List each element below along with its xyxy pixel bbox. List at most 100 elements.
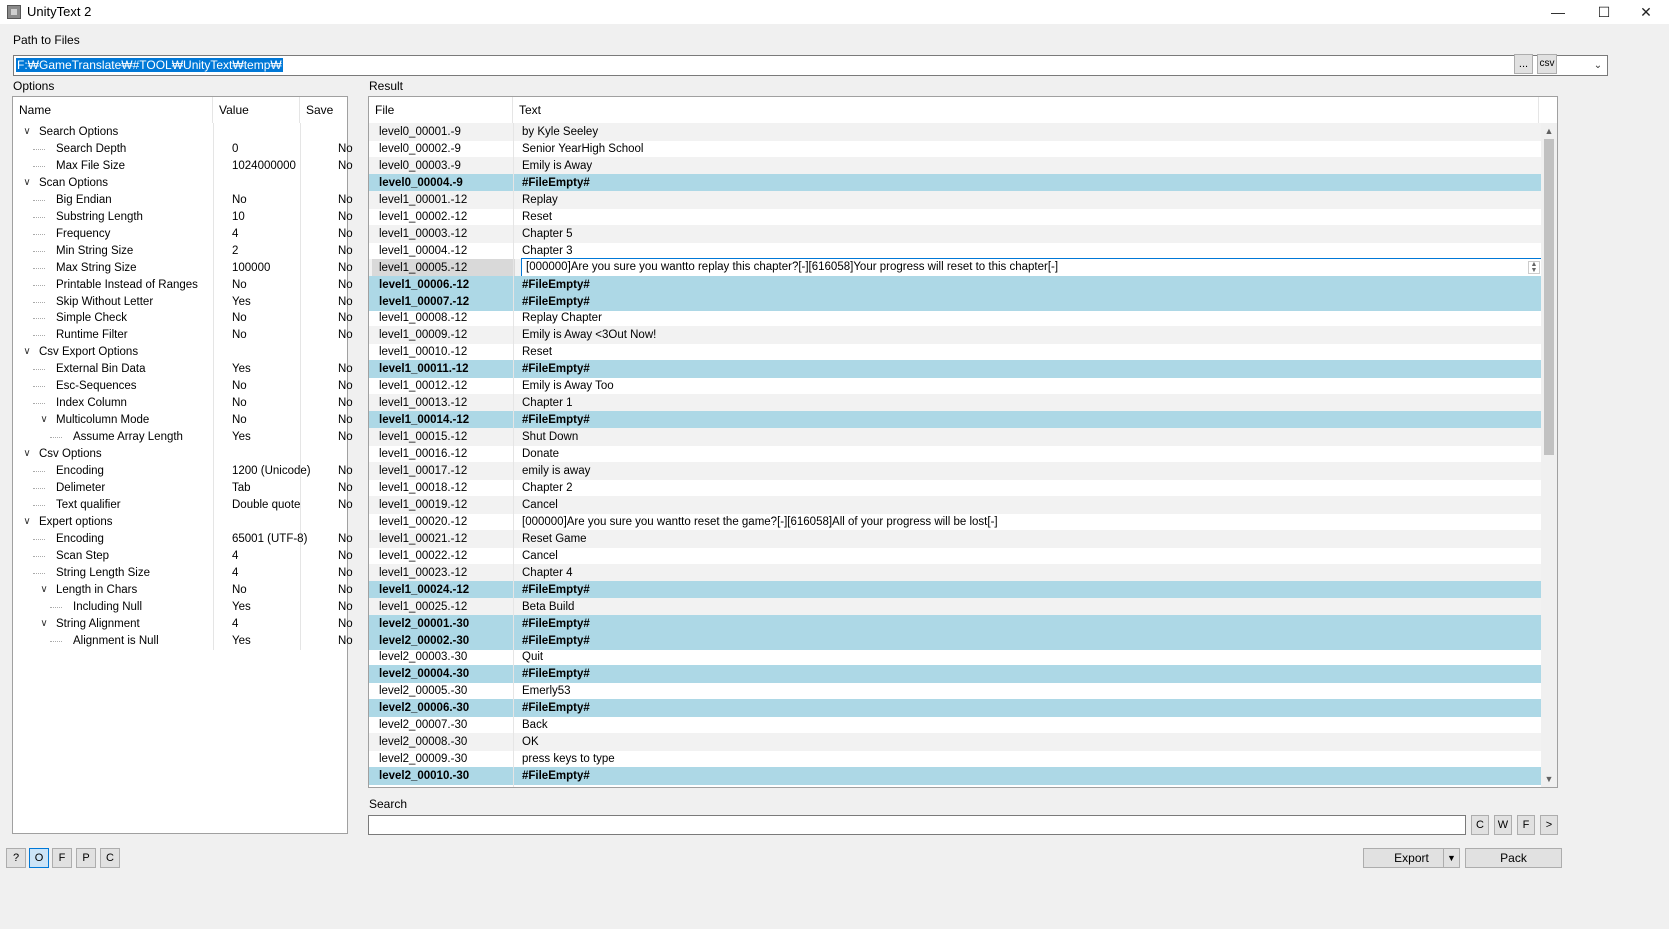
- pack-button[interactable]: Pack: [1465, 848, 1562, 868]
- search-file-button[interactable]: F: [1517, 815, 1535, 835]
- result-text-cell[interactable]: #FileEmpty#: [522, 411, 590, 429]
- result-text-cell[interactable]: #FileEmpty#: [522, 632, 590, 650]
- option-save[interactable]: No: [338, 225, 353, 243]
- result-text-cell[interactable]: press keys to type: [522, 750, 615, 768]
- option-save[interactable]: No: [338, 564, 353, 582]
- option-value[interactable]: 65001 (UTF-8): [232, 530, 307, 548]
- result-text-cell[interactable]: Emily is Away Too: [522, 377, 614, 395]
- option-value[interactable]: 0: [232, 140, 238, 158]
- option-save[interactable]: No: [338, 377, 353, 395]
- result-row[interactable]: level1_00009.-12 Emily is Away <3Out Now!: [369, 326, 1541, 345]
- help-button[interactable]: ?: [6, 848, 26, 868]
- result-row[interactable]: level1_00025.-12 Beta Build: [369, 597, 1541, 616]
- option-row[interactable]: Scan Step 4 No: [13, 547, 353, 565]
- option-save[interactable]: No: [338, 462, 353, 480]
- chevron-down-icon[interactable]: ∨: [21, 445, 33, 463]
- result-file-cell[interactable]: level2_00006.-30: [379, 699, 469, 717]
- option-value[interactable]: No: [232, 276, 247, 294]
- option-value[interactable]: No: [232, 377, 247, 395]
- result-file-cell[interactable]: level1_00009.-12: [379, 326, 467, 344]
- option-value[interactable]: Yes: [232, 360, 251, 378]
- result-row[interactable]: level1_00002.-12 Reset: [369, 208, 1541, 226]
- export-dropdown-icon[interactable]: ▼: [1443, 849, 1459, 867]
- option-save[interactable]: No: [338, 360, 353, 378]
- spin-arrows-icon[interactable]: ▲ ▼: [1528, 260, 1540, 274]
- option-save[interactable]: No: [338, 326, 353, 344]
- option-save[interactable]: No: [338, 309, 353, 327]
- result-row[interactable]: level1_00006.-12 #FileEmpty#: [369, 275, 1541, 294]
- result-row[interactable]: level1_00005.-12 [000000]Are you sure you…: [369, 257, 1541, 277]
- result-file-cell[interactable]: level1_00022.-12: [379, 547, 467, 565]
- result-file-cell[interactable]: level1_00005.-12: [379, 259, 467, 277]
- option-save[interactable]: No: [338, 191, 353, 209]
- result-row[interactable]: level2_00007.-30 Back: [369, 716, 1541, 734]
- text-edit-value[interactable]: [000000]Are you sure you wantto replay t…: [526, 259, 1058, 276]
- option-row[interactable]: Encoding 1200 (Unicode) No: [13, 462, 353, 480]
- option-value[interactable]: 4: [232, 547, 238, 565]
- option-save[interactable]: No: [338, 208, 353, 226]
- result-file-cell[interactable]: level2_00002.-30: [379, 632, 469, 650]
- option-value[interactable]: 2: [232, 242, 238, 260]
- csv-button[interactable]: csv: [1537, 54, 1557, 74]
- option-value[interactable]: Yes: [232, 293, 251, 311]
- option-row[interactable]: Simple Check No No: [13, 309, 353, 327]
- option-save[interactable]: No: [338, 157, 353, 175]
- option-row[interactable]: ∨ Search Options: [13, 123, 347, 141]
- result-text-cell[interactable]: #FileEmpty#: [522, 699, 590, 717]
- result-row[interactable]: level0_00003.-9 Emily is Away: [369, 156, 1541, 175]
- result-row[interactable]: level1_00020.-12 [000000]Are you sure you…: [369, 513, 1541, 531]
- option-value[interactable]: 1024000000: [232, 157, 296, 175]
- result-text-cell[interactable]: Cancel: [522, 547, 558, 565]
- result-row[interactable]: level2_00009.-30 press keys to type: [369, 750, 1541, 768]
- option-save[interactable]: No: [338, 276, 353, 294]
- result-file-cell[interactable]: level2_00007.-30: [379, 716, 467, 734]
- options-header-save[interactable]: Save: [300, 97, 347, 123]
- result-text-cell[interactable]: Chapter 4: [522, 564, 573, 582]
- result-row[interactable]: level1_00010.-12 Reset: [369, 343, 1541, 361]
- result-text-cell[interactable]: OK: [522, 733, 539, 751]
- option-save[interactable]: No: [338, 411, 353, 429]
- result-text-cell[interactable]: by Kyle Seeley: [522, 123, 598, 141]
- chevron-down-icon[interactable]: ∨: [21, 343, 33, 361]
- chevron-down-icon[interactable]: ∨: [38, 411, 50, 429]
- result-text-cell[interactable]: [000000]Are you sure you wantto reset th…: [522, 513, 998, 531]
- option-save[interactable]: No: [338, 632, 353, 650]
- result-file-cell[interactable]: level1_00015.-12: [379, 428, 467, 446]
- result-row[interactable]: level1_00012.-12 Emily is Away Too: [369, 377, 1541, 395]
- option-row[interactable]: Search Depth 0 No: [13, 140, 353, 158]
- result-row[interactable]: level1_00011.-12 #FileEmpty#: [369, 360, 1541, 379]
- option-save[interactable]: No: [338, 293, 353, 311]
- option-row[interactable]: ∨ String Alignment 4 No: [13, 615, 352, 633]
- result-row[interactable]: level1_00013.-12 Chapter 1: [369, 394, 1541, 413]
- option-save[interactable]: No: [338, 140, 353, 158]
- result-file-cell[interactable]: level2_00009.-30: [379, 750, 467, 768]
- option-value[interactable]: No: [232, 394, 247, 412]
- result-text-cell[interactable]: Back: [522, 716, 548, 734]
- result-row[interactable]: level1_00024.-12 #FileEmpty#: [369, 580, 1541, 599]
- option-row[interactable]: ∨ Expert options: [13, 513, 347, 531]
- option-value[interactable]: 1200 (Unicode): [232, 462, 311, 480]
- scroll-down-icon[interactable]: ▼: [1541, 771, 1557, 787]
- result-row[interactable]: level1_00008.-12 Replay Chapter: [369, 309, 1541, 327]
- option-value[interactable]: Tab: [232, 479, 251, 497]
- result-text-cell[interactable]: Replay Chapter: [522, 309, 602, 327]
- option-value[interactable]: Yes: [232, 632, 251, 650]
- result-text-cell[interactable]: Chapter 5: [522, 225, 573, 243]
- result-text-cell[interactable]: #FileEmpty#: [522, 174, 590, 192]
- result-file-cell[interactable]: level1_00004.-12: [379, 242, 467, 260]
- option-row[interactable]: Encoding 65001 (UTF-8) No: [13, 530, 353, 548]
- option-row[interactable]: ∨ Multicolumn Mode No No: [13, 411, 352, 429]
- mode-f-button[interactable]: F: [52, 848, 72, 868]
- result-text-cell[interactable]: Replay: [522, 191, 558, 209]
- option-value[interactable]: 4: [232, 225, 238, 243]
- result-file-cell[interactable]: level1_00021.-12: [379, 530, 467, 548]
- option-save[interactable]: No: [338, 598, 353, 616]
- option-row[interactable]: Max String Size 100000 No: [13, 259, 353, 277]
- result-row[interactable]: level1_00001.-12 Replay: [369, 190, 1541, 209]
- option-save[interactable]: No: [338, 581, 353, 599]
- result-file-cell[interactable]: level2_00005.-30: [379, 682, 467, 700]
- result-file-cell[interactable]: level1_00019.-12: [379, 496, 467, 514]
- option-value[interactable]: Yes: [232, 428, 251, 446]
- result-row[interactable]: level2_00006.-30 #FileEmpty#: [369, 699, 1541, 718]
- option-save[interactable]: No: [338, 615, 353, 633]
